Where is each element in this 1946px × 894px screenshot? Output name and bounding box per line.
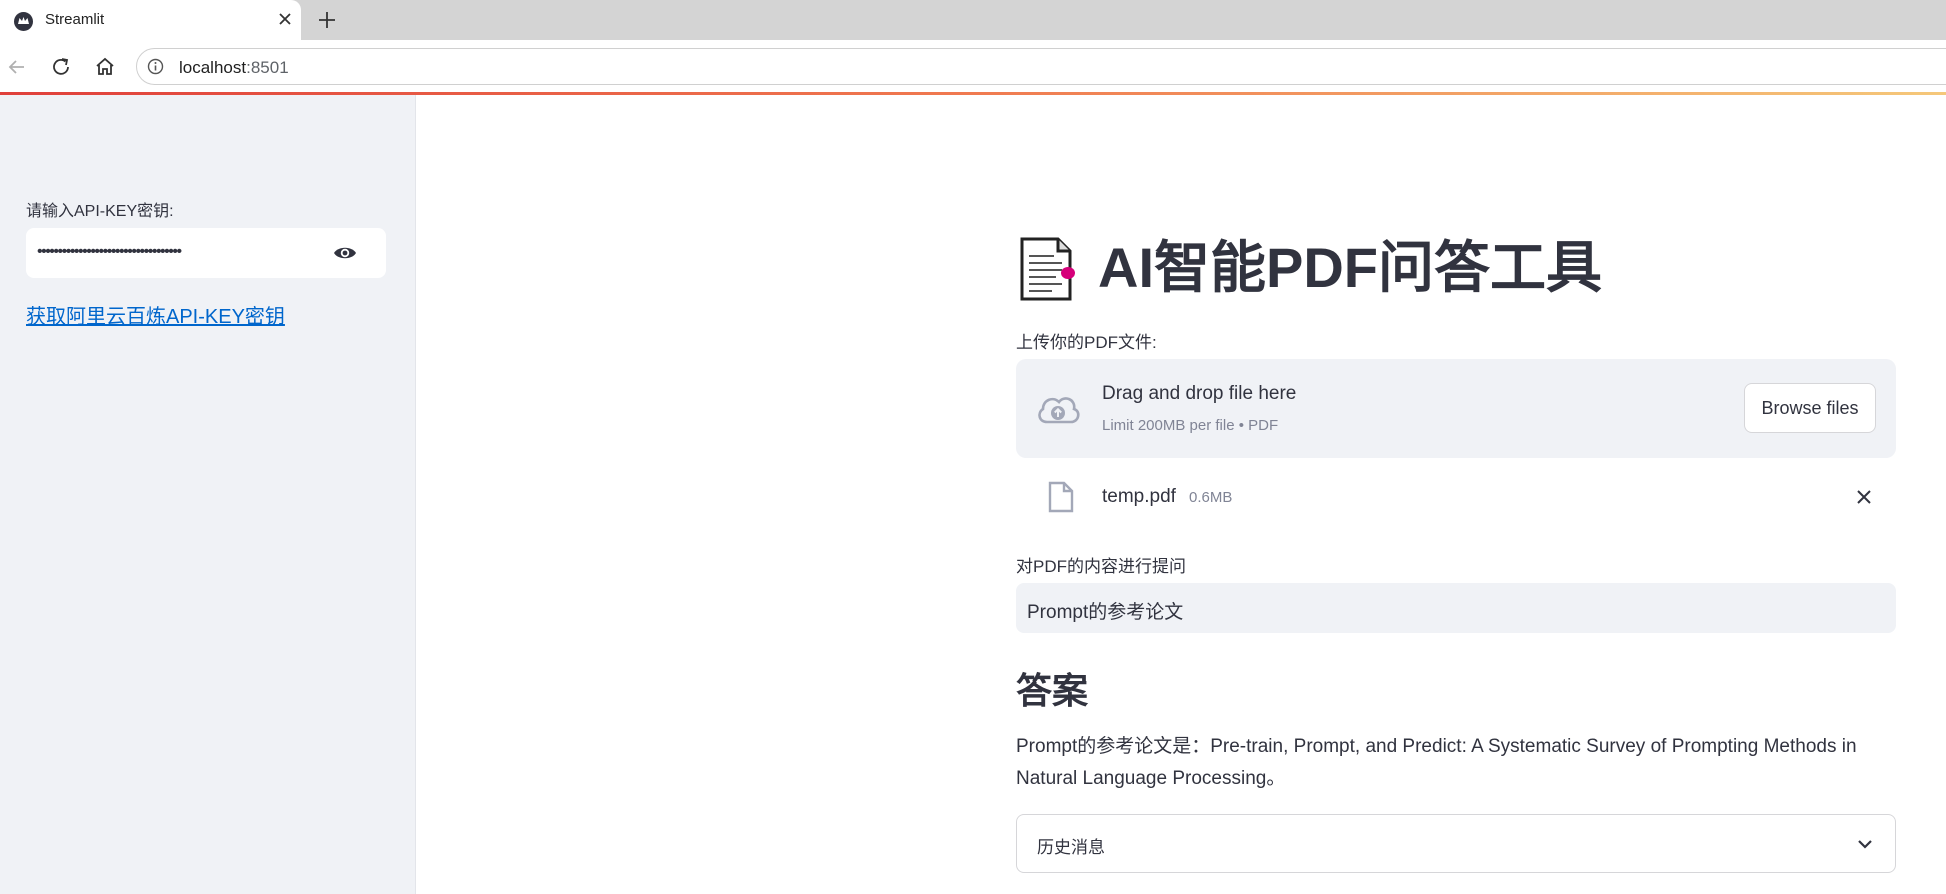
browser-tabstrip: Streamlit bbox=[0, 0, 1946, 40]
url-text: localhost:8501 bbox=[179, 58, 289, 78]
remove-file-icon[interactable] bbox=[1854, 487, 1874, 507]
api-key-masked-value: ••••••••••••••••••••••••••••••••••• bbox=[37, 243, 182, 260]
history-label: 历史消息 bbox=[1037, 838, 1105, 857]
file-icon bbox=[1048, 481, 1074, 513]
api-key-label: 请输入API-KEY密钥: bbox=[26, 203, 174, 220]
question-input[interactable]: Prompt的参考论文 bbox=[1016, 583, 1896, 633]
browser-toolbar: localhost:8501 bbox=[0, 40, 1946, 95]
api-key-input[interactable]: ••••••••••••••••••••••••••••••••••• bbox=[26, 228, 386, 278]
history-expander[interactable]: 历史消息 bbox=[1016, 814, 1896, 873]
page-title: AI智能PDF问答工具 bbox=[1098, 236, 1602, 299]
browser-tab[interactable]: Streamlit bbox=[0, 0, 301, 40]
url-host: localhost bbox=[179, 58, 247, 77]
get-api-key-link[interactable]: 获取阿里云百炼API-KEY密钥 bbox=[26, 300, 285, 329]
answer-text: Prompt的参考论文是：Pre-train, Prompt, and Pred… bbox=[1016, 736, 1857, 789]
file-name: temp.pdf bbox=[1102, 486, 1176, 507]
site-info-icon[interactable] bbox=[147, 58, 164, 75]
url-port: :8501 bbox=[246, 58, 289, 77]
upload-label: 上传你的PDF文件: bbox=[1016, 333, 1157, 352]
answer-heading: 答案 bbox=[1016, 670, 1089, 711]
home-icon[interactable] bbox=[92, 54, 118, 80]
back-arrow-icon[interactable] bbox=[4, 54, 30, 80]
file-size: 0.6MB bbox=[1189, 489, 1233, 506]
sidebar: 请输入API-KEY密钥: ••••••••••••••••••••••••••… bbox=[0, 95, 416, 894]
reload-icon[interactable] bbox=[48, 54, 74, 80]
address-bar[interactable]: localhost:8501 bbox=[136, 48, 1946, 85]
chevron-down-icon[interactable] bbox=[1855, 835, 1875, 853]
new-tab-icon[interactable] bbox=[314, 7, 340, 33]
dropzone-text: Drag and drop file here bbox=[1102, 383, 1297, 404]
uploaded-file-row: temp.pdf 0.6MB bbox=[1016, 470, 1896, 522]
close-tab-icon[interactable] bbox=[274, 8, 296, 30]
document-page-icon bbox=[1016, 236, 1078, 302]
question-value: Prompt的参考论文 bbox=[1027, 602, 1184, 623]
tab-title: Streamlit bbox=[45, 11, 105, 28]
show-password-eye-icon[interactable] bbox=[332, 242, 358, 264]
cloud-upload-icon bbox=[1034, 389, 1082, 429]
file-dropzone[interactable]: Drag and drop file here Limit 200MB per … bbox=[1016, 359, 1896, 458]
question-label: 对PDF的内容进行提问 bbox=[1016, 557, 1186, 576]
browse-files-button[interactable]: Browse files bbox=[1744, 383, 1876, 433]
dropzone-limit: Limit 200MB per file • PDF bbox=[1102, 417, 1279, 434]
streamlit-favicon-icon bbox=[14, 12, 33, 31]
